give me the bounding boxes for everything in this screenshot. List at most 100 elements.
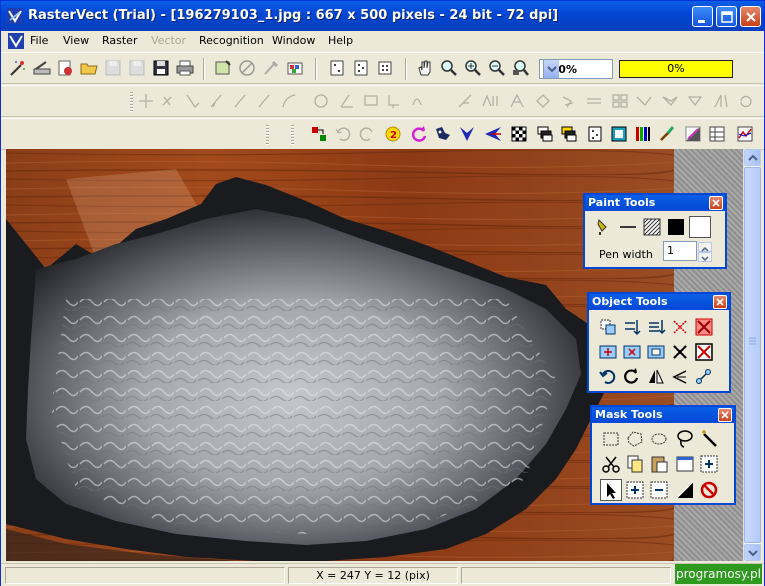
pen-width-input[interactable]: 1 (663, 241, 697, 261)
rect-select-icon[interactable] (600, 428, 622, 450)
layers-icon[interactable] (535, 124, 555, 144)
new-file-icon[interactable] (55, 58, 75, 78)
minimize-button[interactable] (692, 6, 713, 27)
line-icon[interactable] (617, 216, 639, 238)
mask-tools-title[interactable]: Mask Tools (592, 407, 734, 423)
lasso-icon[interactable] (674, 428, 696, 450)
zoom-icon[interactable] (439, 58, 459, 78)
no-selection-icon[interactable] (237, 58, 257, 78)
pen-width-up-icon[interactable] (698, 242, 712, 252)
object-tools-close-button[interactable] (713, 295, 727, 309)
frame-icon[interactable] (609, 124, 629, 144)
vector-tools-disabled-icons[interactable] (137, 91, 757, 111)
menu-vector[interactable]: Vector (151, 34, 186, 47)
paint-tools-close-button[interactable] (709, 196, 723, 210)
scroll-down-icon[interactable] (744, 544, 761, 561)
select-all-icon[interactable] (674, 453, 696, 475)
chart-icon[interactable] (735, 124, 755, 144)
arrow-left-icon[interactable] (483, 124, 503, 144)
document-icon[interactable] (8, 33, 24, 49)
vertical-scrollbar[interactable] (743, 149, 761, 561)
print-icon[interactable] (175, 58, 195, 78)
clear-mask-icon[interactable] (698, 479, 720, 501)
split-objects-icon[interactable] (621, 341, 643, 363)
checker-icon[interactable] (509, 124, 529, 144)
toolbar-grip[interactable] (291, 125, 294, 145)
delete-object-icon[interactable] (669, 341, 691, 363)
sheepskin-photo[interactable] (6, 149, 674, 561)
save-disabled-icon[interactable] (103, 58, 123, 78)
pointer-icon[interactable] (600, 479, 622, 501)
color-bars-icon[interactable] (633, 124, 653, 144)
chevron-down-icon[interactable] (543, 60, 559, 78)
zoom-in-icon[interactable] (463, 58, 483, 78)
black-color-icon[interactable] (665, 216, 687, 238)
zoom-fit-icon[interactable] (511, 58, 531, 78)
brush-icon[interactable] (261, 58, 281, 78)
scissors-icon[interactable] (600, 453, 622, 475)
mask-plus-icon[interactable] (624, 479, 646, 501)
menu-view[interactable]: View (63, 34, 89, 47)
menu-recognition[interactable]: Recognition (199, 34, 264, 47)
object-tools-title[interactable]: Object Tools (589, 294, 729, 310)
number-two-icon[interactable]: 2 (383, 124, 403, 144)
select-objects-icon[interactable] (597, 316, 619, 338)
open-folder-icon[interactable] (79, 58, 99, 78)
gradient-brush-icon[interactable] (683, 124, 703, 144)
paint-tools-title[interactable]: Paint Tools (585, 195, 725, 211)
hatch-table-icon[interactable] (707, 124, 727, 144)
crop-icon[interactable] (309, 124, 329, 144)
toolbar-grip[interactable] (130, 92, 133, 112)
flip-image-icon[interactable] (213, 58, 233, 78)
skew-icon[interactable] (669, 366, 691, 388)
hand-pan-icon[interactable] (415, 58, 435, 78)
title-bar[interactable]: RasterVect (Trial) - [196279103_1.jpg : … (1, 1, 764, 31)
scanner-icon[interactable] (32, 58, 52, 78)
undo-rotate-icon[interactable] (597, 366, 619, 388)
menu-raster[interactable]: Raster (102, 34, 137, 47)
group-objects-icon[interactable] (645, 341, 667, 363)
mirror-icon[interactable] (645, 366, 667, 388)
hatch-fill-icon[interactable] (641, 216, 663, 238)
menu-window[interactable]: Window (272, 34, 315, 47)
merge-objects-icon[interactable] (597, 341, 619, 363)
toolbar-grip[interactable] (266, 125, 269, 145)
grid-view-icon[interactable] (375, 58, 395, 78)
wizard-icon[interactable] (8, 58, 28, 78)
rastervect-app-icon[interactable] (7, 8, 23, 24)
node-edit-icon[interactable] (693, 366, 715, 388)
zoom-out-icon[interactable] (487, 58, 507, 78)
vectorize-icon[interactable] (457, 124, 477, 144)
white-color-icon[interactable] (689, 216, 711, 238)
maximize-button[interactable] (716, 6, 737, 27)
checker-cross-icon[interactable] (693, 316, 715, 338)
scroll-up-icon[interactable] (744, 149, 761, 166)
mask-minus-icon[interactable] (648, 479, 670, 501)
add-mask-icon[interactable] (698, 453, 720, 475)
save-icon[interactable] (151, 58, 171, 78)
save-as-disabled-icon[interactable] (127, 58, 147, 78)
pen-icon[interactable] (593, 216, 615, 238)
paste-icon[interactable] (648, 453, 670, 475)
paint-brush-icon[interactable] (657, 124, 677, 144)
rotate-icon[interactable] (409, 124, 429, 144)
ellipse-select-icon[interactable] (648, 428, 670, 450)
layers-stack-icon[interactable] (559, 124, 579, 144)
invert-mask-icon[interactable] (674, 479, 696, 501)
reorder-up-icon[interactable] (621, 316, 643, 338)
copy-icon[interactable] (624, 453, 646, 475)
despeckle-icon[interactable] (433, 124, 453, 144)
page-view-icon[interactable] (327, 58, 347, 78)
reorder-down-icon[interactable] (645, 316, 667, 338)
dots-page-icon[interactable] (585, 124, 605, 144)
dotted-cross-icon[interactable] (669, 316, 691, 338)
dice-icon[interactable] (351, 58, 371, 78)
close-button[interactable] (740, 6, 761, 27)
polygon-select-icon[interactable] (624, 428, 646, 450)
rotate-object-icon[interactable] (621, 366, 643, 388)
pen-width-down-icon[interactable] (698, 252, 712, 262)
menu-file[interactable]: File (30, 34, 48, 47)
undo-disabled-icon[interactable] (333, 124, 353, 144)
scroll-thumb[interactable] (744, 167, 761, 543)
mask-tools-close-button[interactable] (718, 408, 732, 422)
